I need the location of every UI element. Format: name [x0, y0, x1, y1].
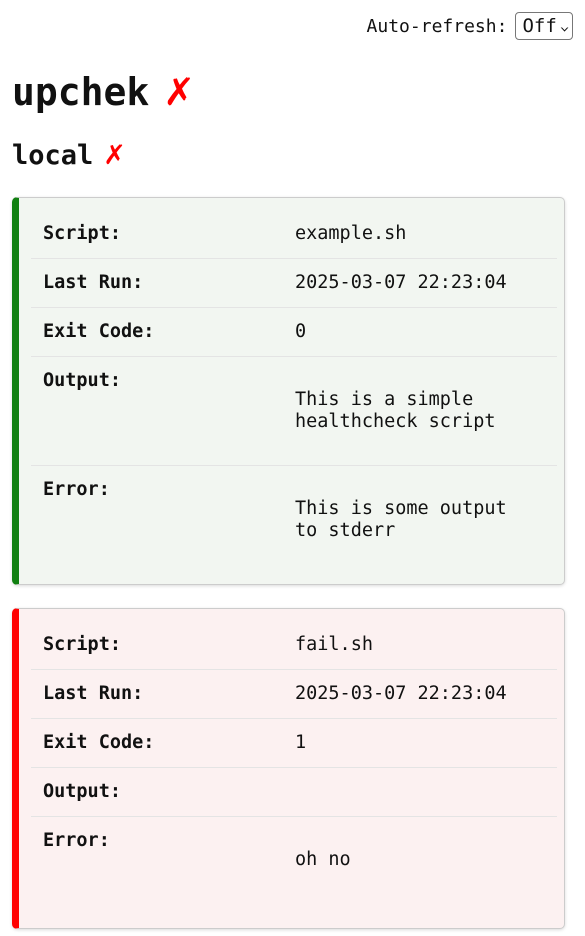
script-value: example.sh: [295, 223, 407, 244]
table-row: Exit Code: 0: [31, 307, 557, 357]
check-details-table: Script: example.sh Last Run: 2025-03-07 22…: [31, 210, 557, 574]
check-card-example: Script: example.sh Last Run: 2025-03-07 22…: [12, 197, 565, 585]
script-label: Script:: [43, 634, 121, 655]
exit-code-label: Exit Code:: [31, 718, 283, 768]
check-card-fail: Script: fail.sh Last Run: 2025-03-07 22:23…: [12, 608, 565, 929]
last-run-label: Last Run:: [31, 258, 283, 308]
output-value: This is a simple healthcheck script: [295, 389, 496, 432]
table-row: Last Run: 2025-03-07 22:23:04: [31, 669, 557, 719]
last-run-label: Last Run:: [31, 669, 283, 719]
error-value: oh no: [295, 849, 351, 870]
exit-code-value: 1: [283, 718, 557, 768]
last-run-value: 2025-03-07 22:23:04: [283, 669, 557, 719]
exit-code-value: 0: [283, 307, 557, 357]
page-title: upchek ✗: [12, 64, 195, 120]
host-heading: local ✗: [12, 138, 126, 174]
auto-refresh-value: Off: [522, 15, 557, 37]
host-name: local: [12, 140, 94, 171]
exit-code-label: Exit Code:: [31, 307, 283, 357]
table-row: Error: This is some output to stderr: [31, 465, 557, 574]
error-label: Error:: [31, 816, 283, 903]
auto-refresh-control: Auto-refresh: Off ⌄: [367, 12, 573, 40]
script-label: Script:: [43, 223, 121, 244]
fail-status-icon: ✗: [103, 140, 126, 171]
table-row: Error: oh no: [31, 816, 557, 903]
auto-refresh-select[interactable]: Off ⌄: [515, 12, 573, 40]
script-value: fail.sh: [295, 634, 373, 655]
output-label: Output:: [31, 767, 283, 817]
app-name: upchek: [12, 70, 150, 114]
auto-refresh-label: Auto-refresh:: [366, 15, 508, 37]
check-details-table: Script: fail.sh Last Run: 2025-03-07 22:23…: [31, 621, 557, 903]
last-run-value: 2025-03-07 22:23:04: [283, 258, 557, 308]
chevron-down-icon: ⌄: [559, 19, 570, 33]
table-row: Output: This is a simple healthcheck scri…: [31, 356, 557, 466]
table-row: Script: fail.sh: [31, 621, 557, 670]
table-row: Output:: [31, 767, 557, 817]
output-label: Output:: [31, 356, 283, 466]
fail-status-icon: ✗: [163, 70, 196, 114]
error-value: This is some output to stderr: [295, 498, 507, 541]
table-row: Last Run: 2025-03-07 22:23:04: [31, 258, 557, 308]
error-label: Error:: [31, 465, 283, 574]
table-row: Exit Code: 1: [31, 718, 557, 768]
table-row: Script: example.sh: [31, 210, 557, 259]
